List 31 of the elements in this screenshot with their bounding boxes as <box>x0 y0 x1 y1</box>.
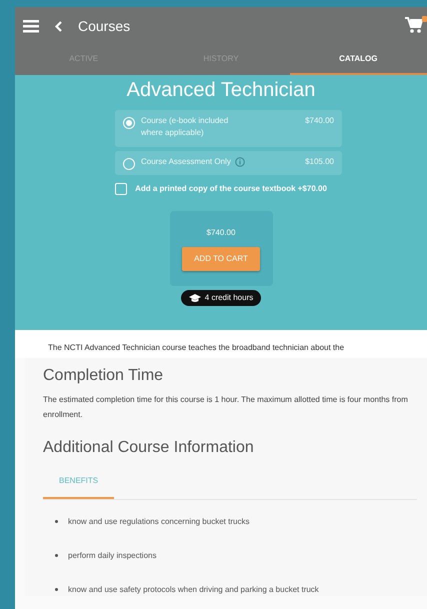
tab[interactable]: BENEFITS <box>43 465 114 500</box>
option-price: $740.00 <box>305 115 334 127</box>
bullet-icon <box>55 554 58 558</box>
graduation-cap-icon <box>188 294 201 302</box>
option-row[interactable]: Course Assessment Only $105.00 <box>115 151 342 175</box>
info-icon[interactable] <box>234 157 245 167</box>
section-heading: Additional Course Information <box>43 438 255 458</box>
option-label: Course (e-book included where applicable) <box>141 115 230 139</box>
course-title: Advanced Technician <box>126 78 316 102</box>
radio-button[interactable] <box>123 117 135 129</box>
cart-icon[interactable] <box>405 16 427 36</box>
credit-hours-text: 4 credit hours <box>204 292 254 304</box>
benefit-item: perform daily inspections <box>68 550 156 562</box>
addon-label: Add a printed copy of the course textbook +$70.00 <box>135 183 327 195</box>
benefit-item: know and use safety protocols when driving and parking a bucket truck <box>68 584 319 596</box>
checkbox[interactable] <box>115 183 128 195</box>
completion-text: The estimated completion time for this course is 1 hour. The maximum allotted time is four months from enrollment. <box>43 394 409 421</box>
option-price: $105.00 <box>305 156 334 168</box>
option-row[interactable]: Course (e-book included where applicable) $740.00 <box>115 110 342 147</box>
page-title: Courses <box>78 16 130 36</box>
benefit-item: know and use regulations concerning bucket trucks <box>68 516 250 528</box>
radio-button[interactable] <box>123 158 135 170</box>
bullet-icon <box>55 588 58 592</box>
course-description: The NCTI Advanced Technician course teaches the broadband technician about the <box>48 342 346 354</box>
option-label: Course Assessment Only <box>141 156 231 168</box>
back-icon[interactable] <box>55 20 62 32</box>
menu-icon[interactable] <box>23 20 39 32</box>
bullet-icon <box>55 520 58 524</box>
add-to-cart-button[interactable]: ADD TO CART <box>182 246 260 270</box>
section-heading: Completion Time <box>43 366 164 386</box>
total-price: $740.00 <box>206 226 236 238</box>
